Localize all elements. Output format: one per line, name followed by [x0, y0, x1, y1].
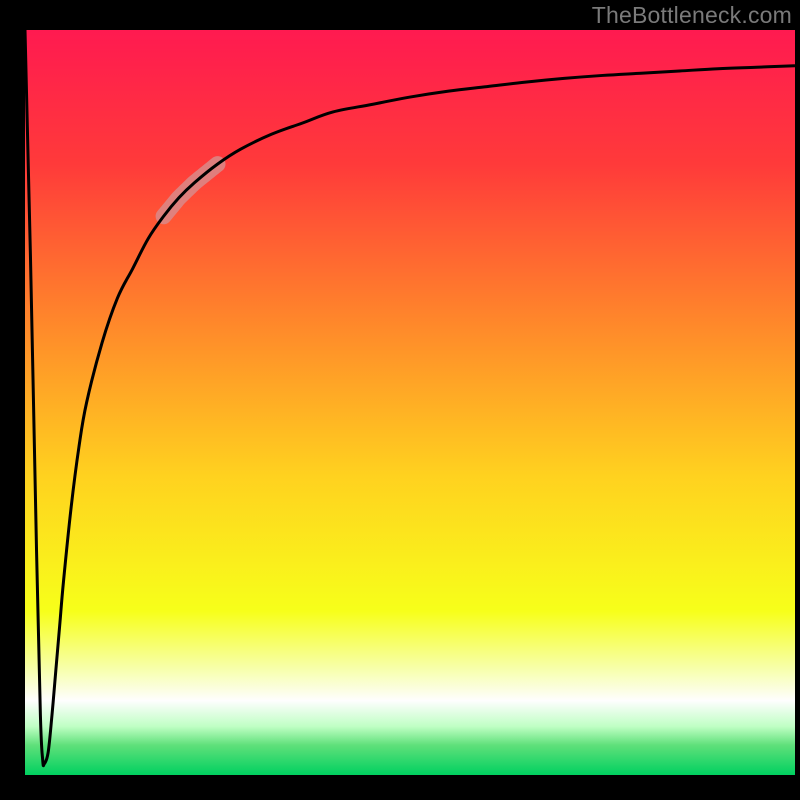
watermark-text: TheBottleneck.com	[592, 2, 792, 29]
bottleneck-chart	[0, 0, 800, 800]
chart-stage: TheBottleneck.com	[0, 0, 800, 800]
plot-background	[25, 30, 795, 775]
